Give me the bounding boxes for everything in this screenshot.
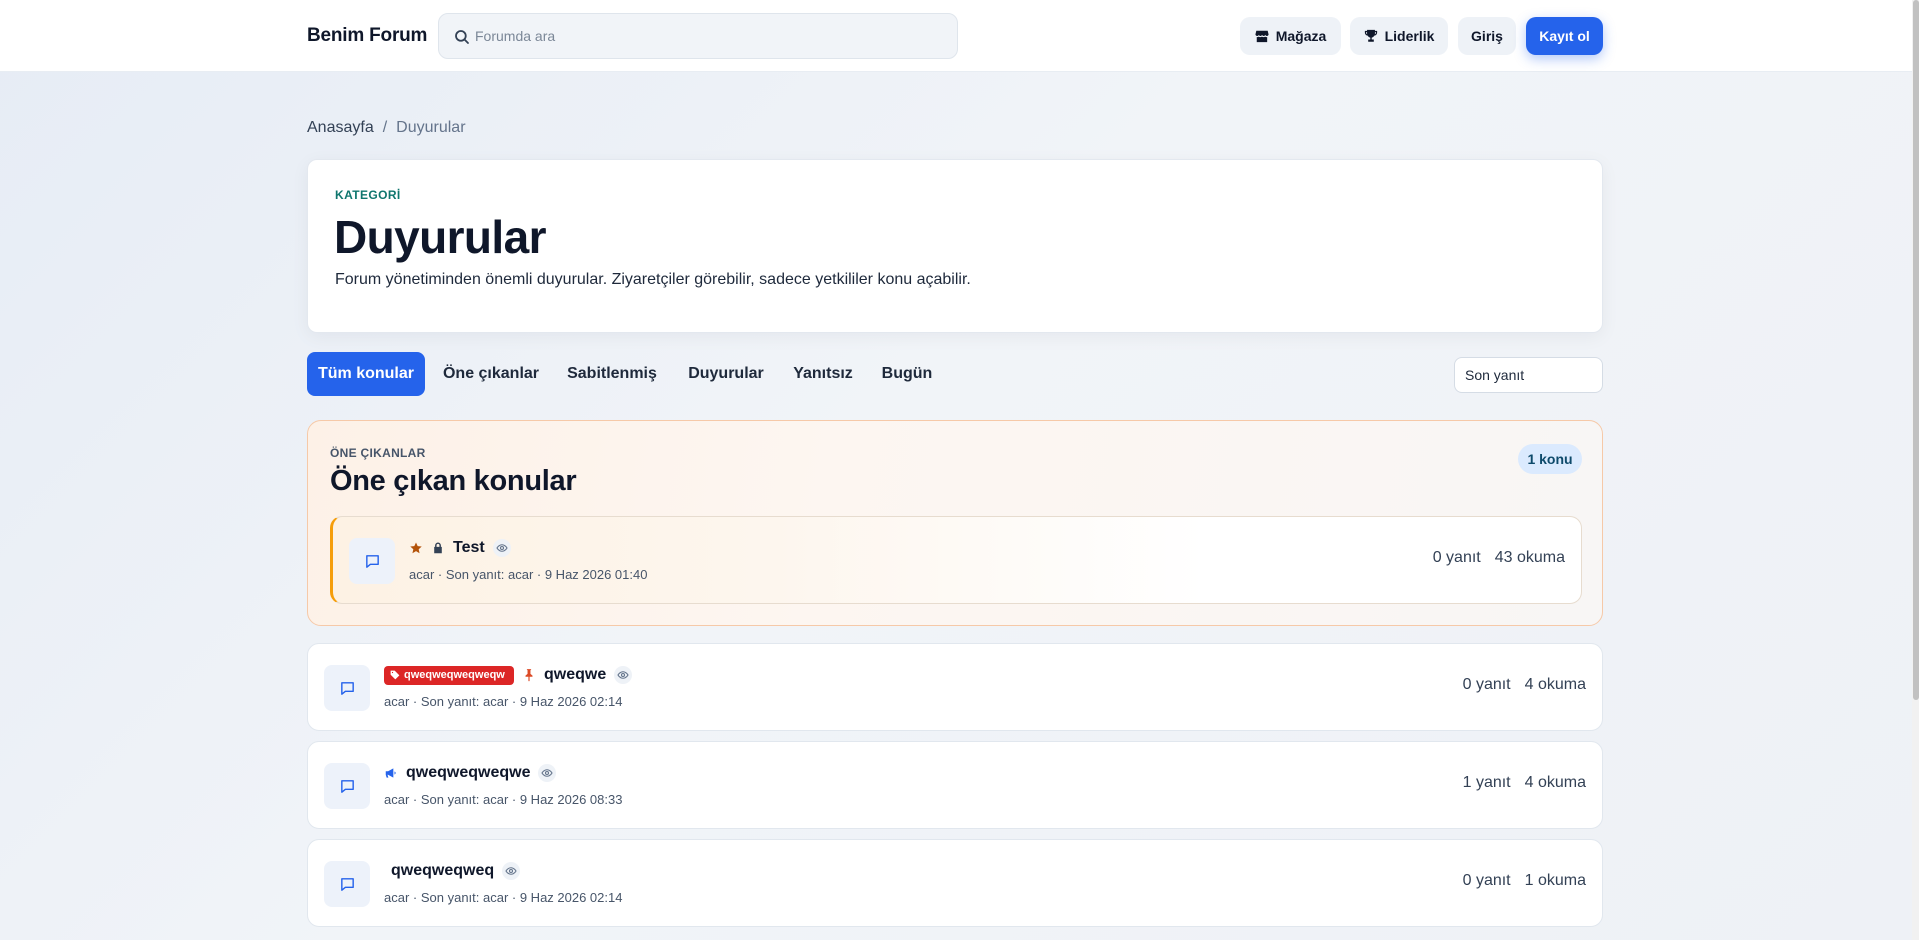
leaderboard-label: Liderlik [1384, 28, 1435, 44]
thread-title-line: Test [409, 537, 511, 559]
page-title: Duyurular [334, 211, 546, 263]
search-icon [455, 30, 469, 44]
featured-title: Öne çıkan konular [330, 465, 577, 497]
featured-section: ÖNE ÇIKANLAR Öne çıkan konular 1 konu Te… [307, 420, 1603, 626]
scrollbar-thumb[interactable] [1913, 0, 1919, 700]
reply-count: 0 yanıt [1432, 549, 1481, 566]
category-eyebrow: KATEGORİ [335, 188, 401, 202]
thread-row[interactable]: qweqweqweqwe acar · Son yanıt: acar · 9 … [307, 741, 1603, 829]
tag-icon [390, 670, 400, 680]
chat-bubble-icon [340, 877, 354, 891]
reply-count: 0 yanıt [1462, 676, 1511, 693]
lock-icon [434, 542, 442, 554]
thread-stats: 1 yanıt 4 okuma [1463, 774, 1586, 792]
eye-icon [614, 666, 633, 684]
view-count: 43 okuma [1494, 549, 1565, 566]
reply-count: 0 yanıt [1462, 872, 1511, 889]
chat-bubble-icon [340, 681, 354, 695]
eye-icon [492, 539, 511, 557]
search-input[interactable] [475, 14, 945, 58]
shop-button[interactable]: Mağaza [1240, 17, 1341, 55]
eye-icon [538, 764, 557, 782]
tab-unanswered[interactable]: Yanıtsız [785, 352, 861, 396]
top-navbar: Benim Forum Mağaza Liderlik Giriş Kayıt … [0, 0, 1912, 72]
thread-meta: acar · Son yanıt: acar · 9 Haz 2026 02:1… [384, 890, 623, 905]
star-icon [410, 542, 422, 554]
tag-label: qweqweqweqweqw [404, 669, 505, 681]
tab-featured[interactable]: Öne çıkanlar [436, 352, 546, 396]
shop-label: Mağaza [1275, 28, 1327, 44]
thread-stats: 0 yanıt 4 okuma [1463, 676, 1586, 694]
category-description: Forum yönetiminden önemli duyurular. Ziy… [335, 271, 971, 288]
thread-row[interactable]: qweqweqweq acar · Son yanıt: acar · 9 Ha… [307, 839, 1603, 927]
thread-meta: acar · Son yanıt: acar · 9 Haz 2026 02:1… [384, 694, 623, 709]
reply-count: 1 yanıt [1462, 774, 1511, 791]
thread-row[interactable]: qweqweqweqweqw qweqwe acar · Son yanıt: … [307, 643, 1603, 731]
thread-meta: acar · Son yanıt: acar · 9 Haz 2026 01:4… [409, 567, 648, 582]
thread-stats: 0 yanıt 43 okuma [1433, 549, 1565, 567]
tab-all-topics[interactable]: Tüm konular [307, 352, 425, 396]
breadcrumb-current: Duyurular [396, 119, 466, 136]
eye-icon [502, 862, 521, 880]
brand-logo[interactable]: Benim Forum [307, 25, 427, 47]
tab-today[interactable]: Bugün [873, 352, 941, 396]
category-header-card: KATEGORİ Duyurular Forum yönetiminden ön… [307, 159, 1603, 333]
search-box[interactable] [438, 13, 958, 59]
topic-count-badge: 1 konu [1518, 444, 1582, 474]
thread-title-line: qweqweqweq [391, 860, 521, 882]
thread-title-link[interactable]: Test [453, 539, 485, 557]
thread-meta: acar · Son yanıt: acar · 9 Haz 2026 08:3… [384, 792, 623, 807]
thread-avatar [324, 665, 370, 711]
breadcrumb: Anasayfa / Duyurular [307, 119, 466, 137]
chat-bubble-icon [340, 779, 354, 793]
chat-bubble-icon [365, 554, 379, 568]
thread-title-link[interactable]: qweqweqweqwe [406, 764, 530, 782]
thread-avatar [324, 763, 370, 809]
featured-eyebrow: ÖNE ÇIKANLAR [330, 446, 426, 460]
breadcrumb-separator: / [382, 119, 388, 136]
featured-thread-card[interactable]: Test acar · Son yanıt: acar · 9 Haz 2026… [330, 516, 1582, 604]
view-count: 4 okuma [1524, 676, 1586, 693]
sort-select[interactable]: Son yanıt [1454, 357, 1603, 393]
breadcrumb-home-link[interactable]: Anasayfa [307, 119, 374, 137]
login-button[interactable]: Giriş [1458, 17, 1516, 55]
tag-badge[interactable]: qweqweqweqweqw [384, 665, 514, 685]
view-count: 1 okuma [1524, 872, 1586, 889]
thread-title-line: qweqweqweqwe [384, 762, 557, 784]
trophy-icon [1364, 29, 1377, 42]
thread-title-link[interactable]: qweqweqweq [391, 862, 494, 880]
tab-pinned[interactable]: Sabitlenmiş [560, 352, 664, 396]
register-button[interactable]: Kayıt ol [1526, 17, 1603, 55]
thread-avatar [324, 861, 370, 907]
pin-icon [525, 669, 533, 682]
store-icon [1255, 30, 1269, 43]
tab-announcements[interactable]: Duyurular [677, 352, 775, 396]
thread-title-link[interactable]: qweqwe [544, 666, 606, 684]
view-count: 4 okuma [1524, 774, 1586, 791]
thread-stats: 0 yanıt 1 okuma [1463, 872, 1586, 890]
leaderboard-button[interactable]: Liderlik [1350, 17, 1448, 55]
thread-avatar [349, 538, 395, 584]
megaphone-icon [385, 768, 396, 778]
thread-title-line: qweqweqweqweqw qweqwe [384, 664, 633, 686]
